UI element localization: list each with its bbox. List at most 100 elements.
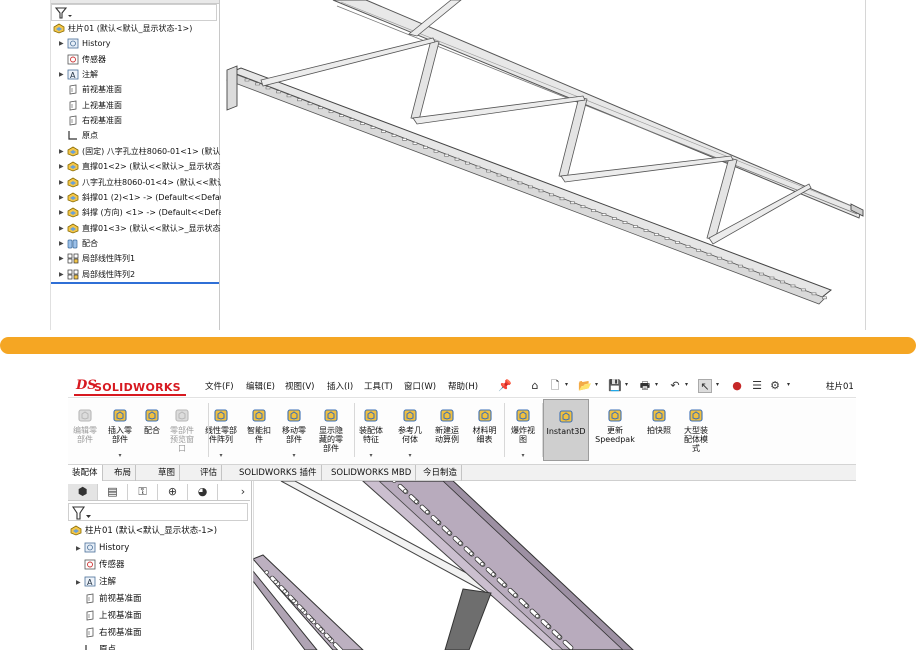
- command-button[interactable]: 拍快照: [642, 399, 676, 461]
- command-button[interactable]: 更新 Speedpak: [590, 399, 640, 461]
- tree-item[interactable]: 右视基准面: [51, 113, 221, 128]
- menu-item[interactable]: 帮助(H): [448, 380, 478, 392]
- expand-arrow-icon[interactable]: ▶: [59, 36, 67, 51]
- tree-item[interactable]: ▶ 配合: [51, 236, 221, 251]
- display-manager-icon[interactable]: ◕: [188, 484, 218, 500]
- tree-item[interactable]: 前视基准面: [51, 82, 221, 97]
- filter-icon[interactable]: [71, 505, 93, 521]
- menu-item[interactable]: 工具(T): [364, 380, 393, 392]
- tree-item[interactable]: ▶ 局部线性阵列1: [51, 251, 221, 266]
- expand-arrow-icon[interactable]: ▶: [59, 205, 67, 220]
- tree-item[interactable]: 原点: [68, 642, 252, 650]
- command-button[interactable]: 参考几 何体 ▾: [391, 399, 429, 461]
- menu-item[interactable]: 视图(V): [285, 380, 314, 392]
- tree-item[interactable]: ▶ 局部线性阵列2: [51, 267, 221, 282]
- command-button[interactable]: Instant3D: [543, 399, 589, 461]
- tree-item[interactable]: ▶ A 注解: [68, 574, 252, 591]
- tree-item[interactable]: 传感器: [68, 557, 252, 574]
- command-button[interactable]: 配合: [138, 399, 166, 461]
- new-dropdown-icon[interactable]: ▾: [565, 381, 568, 388]
- tree-root-item[interactable]: 柱片01 (默认<默认_显示状态-1>): [68, 523, 252, 540]
- command-button[interactable]: 显示隐 藏的零 部件: [312, 399, 350, 461]
- command-dropdown-icon[interactable]: ▾: [276, 451, 312, 460]
- tree-item[interactable]: 右视基准面: [68, 625, 252, 642]
- options-dropdown-icon[interactable]: ▾: [787, 381, 790, 388]
- expand-arrow-icon[interactable]: ▶: [59, 221, 67, 236]
- command-button[interactable]: 插入零 部件 ▾: [102, 399, 138, 461]
- command-button[interactable]: 新建运 动算例: [429, 399, 465, 461]
- options-gear-icon[interactable]: ⚙: [768, 379, 782, 393]
- command-tab[interactable]: 布局: [110, 465, 137, 481]
- tree-item[interactable]: 上视基准面: [51, 98, 221, 113]
- expand-arrow-icon[interactable]: ▶: [59, 159, 67, 174]
- command-button[interactable]: 移动零 部件 ▾: [276, 399, 312, 461]
- expand-arrow-icon[interactable]: ▶: [59, 236, 67, 251]
- configuration-manager-icon[interactable]: ⚿: [128, 484, 158, 500]
- zoomed-truss-view[interactable]: [253, 481, 856, 650]
- dimxpert-icon[interactable]: ⊕: [158, 484, 188, 500]
- expand-arrow-icon[interactable]: ▶: [59, 251, 67, 266]
- save-dropdown-icon[interactable]: ▾: [625, 381, 628, 388]
- print-dropdown-icon[interactable]: ▾: [655, 381, 658, 388]
- command-button[interactable]: 装配体 特征 ▾: [352, 399, 390, 461]
- tree-root-item[interactable]: 柱片01 (默认<默认_显示状态-1>): [51, 21, 221, 36]
- tree-item[interactable]: ▶ History: [68, 540, 252, 557]
- command-dropdown-icon[interactable]: ▾: [391, 451, 429, 460]
- tree-filter[interactable]: [68, 503, 248, 521]
- undo-icon[interactable]: ↶: [668, 379, 682, 393]
- expand-arrow-icon[interactable]: ▶: [76, 574, 84, 591]
- tree-item[interactable]: 上视基准面: [68, 608, 252, 625]
- new-document-icon[interactable]: 🗋: [548, 379, 562, 393]
- command-tab[interactable]: 草图: [154, 465, 181, 481]
- command-dropdown-icon[interactable]: ▾: [505, 451, 541, 460]
- open-icon[interactable]: 📂: [578, 379, 592, 393]
- tree-item[interactable]: ▶ (固定) 八字孔立柱8060-01<1> (默认<: [51, 144, 221, 159]
- expand-arrow-icon[interactable]: ▶: [76, 540, 84, 557]
- undo-dropdown-icon[interactable]: ▾: [685, 381, 688, 388]
- menu-item[interactable]: 插入(I): [327, 380, 353, 392]
- menu-item[interactable]: 文件(F): [205, 380, 234, 392]
- tree-item[interactable]: 前视基准面: [68, 591, 252, 608]
- command-tab[interactable]: SOLIDWORKS MBD: [327, 465, 417, 481]
- command-dropdown-icon[interactable]: ▾: [200, 451, 242, 460]
- tree-item[interactable]: ▶ 直撑01<2> (默认<<默认>_显示状态: [51, 159, 221, 174]
- command-dropdown-icon[interactable]: ▾: [102, 451, 138, 460]
- select-dropdown-icon[interactable]: ▾: [716, 381, 719, 388]
- expand-arrow-icon[interactable]: ▶: [59, 267, 67, 282]
- tree-filter[interactable]: [51, 4, 217, 21]
- tree-item[interactable]: 传感器: [51, 52, 221, 67]
- tree-item[interactable]: ▶ A 注解: [51, 67, 221, 82]
- tree-item[interactable]: ▶ History: [51, 36, 221, 51]
- pin-icon[interactable]: 📌: [498, 379, 512, 393]
- property-manager-icon[interactable]: ▤: [98, 484, 128, 500]
- tree-item[interactable]: ▶ 斜撑01 (2)<1> -> (Default<<Default>_: [51, 190, 221, 205]
- command-tab[interactable]: 评估: [196, 465, 223, 481]
- select-cursor-icon[interactable]: ↖: [698, 379, 712, 393]
- home-icon[interactable]: ⌂: [528, 379, 542, 393]
- menu-item[interactable]: 窗口(W): [404, 380, 436, 392]
- command-tab[interactable]: SOLIDWORKS 插件: [235, 465, 322, 481]
- expand-arrow-icon[interactable]: ▶: [59, 144, 67, 159]
- command-button[interactable]: 零部件 预览窗 口: [166, 399, 198, 461]
- command-button[interactable]: 智能扣 件: [244, 399, 274, 461]
- feature-manager-icon[interactable]: ⬢: [68, 484, 98, 500]
- command-button[interactable]: 大型装 配体模 式: [678, 399, 714, 461]
- command-button[interactable]: 编辑零 部件: [68, 399, 102, 461]
- expand-arrow-icon[interactable]: ▶: [59, 175, 67, 190]
- filter-icon[interactable]: [54, 6, 74, 21]
- tree-item[interactable]: 原点: [51, 128, 221, 143]
- command-tab[interactable]: 装配体: [68, 465, 103, 481]
- file-properties-icon[interactable]: ☰: [750, 379, 764, 393]
- truss-model-view[interactable]: [221, 0, 866, 330]
- tree-item[interactable]: ▶ 直撑01<3> (默认<<默认>_显示状态: [51, 221, 221, 236]
- command-button[interactable]: 爆炸视 图 ▾: [505, 399, 541, 461]
- graphics-area[interactable]: [253, 481, 856, 650]
- rebuild-traffic-light-icon[interactable]: ●: [730, 379, 744, 393]
- expand-arrow-icon[interactable]: ▶: [59, 190, 67, 205]
- save-icon[interactable]: 💾: [608, 379, 622, 393]
- open-dropdown-icon[interactable]: ▾: [595, 381, 598, 388]
- graphics-area[interactable]: [221, 0, 866, 330]
- command-tab[interactable]: 今日制造: [419, 465, 463, 481]
- command-button[interactable]: 材料明 细表: [466, 399, 503, 461]
- expand-arrow-icon[interactable]: ▶: [59, 67, 67, 82]
